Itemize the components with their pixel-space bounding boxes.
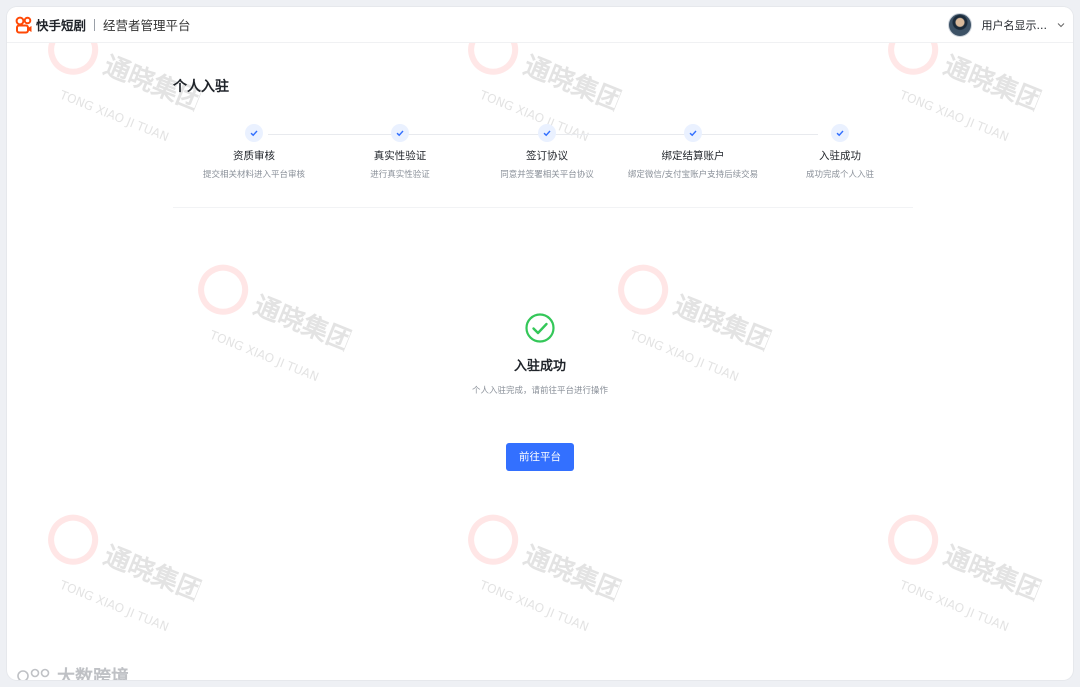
brand-name: 快手短剧 — [36, 18, 87, 33]
step-title: 绑定结算账户 — [661, 150, 725, 162]
step-done-marker — [684, 124, 702, 142]
corner-watermark: 大数跨境 — [17, 663, 129, 680]
check-icon — [543, 130, 551, 137]
step-qualification-review: 资质审核 提交相关材料进入平台审核 — [169, 118, 339, 180]
step-done-marker — [538, 124, 556, 142]
watermark-logo-icon: 通晓集团 TONG XIAO JI TUAN — [48, 514, 207, 634]
app-window: 通晓集团 TONG XIAO JI TUAN 通晓集团 TONG XIAO JI… — [7, 7, 1073, 680]
step-authenticity-verification: 真实性验证 进行真实性验证 — [315, 118, 485, 180]
watermark-logo-icon: 通晓集团 TONG XIAO JI TUAN — [888, 514, 1047, 634]
step-title: 入驻成功 — [819, 150, 861, 162]
step-title: 真实性验证 — [373, 150, 427, 162]
watermark-brand-en: TONG XIAO JI TUAN — [897, 577, 1011, 634]
check-icon — [396, 130, 404, 137]
step-title: 资质审核 — [233, 150, 275, 162]
step-done-marker — [391, 124, 409, 142]
brand-divider — [94, 18, 96, 31]
progress-steps: 资质审核 提交相关材料进入平台审核 真实性验证 进行真实性验证 签订协议 同意并… — [173, 118, 913, 208]
result-panel: 入驻成功 个人入驻完成，请前往平台进行操作 前往平台 — [7, 312, 1073, 471]
user-menu[interactable]: 用户名显示... — [947, 13, 1066, 37]
watermark-brand-cn: 通晓集团 — [519, 540, 627, 608]
chevron-down-icon[interactable] — [1057, 21, 1065, 29]
step-desc: 成功完成个人入驻 — [805, 170, 874, 180]
result-title: 入驻成功 — [513, 359, 566, 374]
top-bar: 快手短剧 经营者管理平台 用户名显示... — [7, 7, 1073, 43]
check-icon — [836, 130, 844, 137]
corner-logo-icon — [17, 668, 50, 680]
watermark-brand-en: TONG XIAO JI TUAN — [57, 87, 171, 144]
avatar[interactable] — [947, 13, 972, 37]
watermark-brand-en: TONG XIAO JI TUAN — [57, 577, 171, 634]
step-done-marker — [831, 124, 849, 142]
go-to-platform-button[interactable]: 前往平台 — [506, 443, 574, 471]
platform-name: 经营者管理平台 — [103, 18, 191, 33]
watermark-brand-cn: 通晓集团 — [99, 540, 207, 608]
step-bind-settlement-account: 绑定结算账户 绑定微信/支付宝账户支持后续交易 — [608, 118, 778, 180]
step-desc: 同意并签署相关平台协议 — [500, 170, 594, 180]
kuaishou-logo-icon — [15, 16, 32, 33]
step-desc: 进行真实性验证 — [370, 170, 430, 180]
step-onboarding-success: 入驻成功 成功完成个人入驻 — [755, 118, 925, 180]
page-title: 个人入驻 — [173, 79, 229, 95]
watermark-brand-cn: 通晓集团 — [519, 50, 627, 118]
check-icon — [689, 130, 697, 137]
brand[interactable]: 快手短剧 经营者管理平台 — [15, 15, 191, 34]
user-name[interactable]: 用户名显示... — [982, 17, 1048, 33]
step-desc: 提交相关材料进入平台审核 — [202, 170, 305, 180]
step-done-marker — [245, 124, 263, 142]
watermark-brand-cn: 通晓集团 — [939, 540, 1047, 608]
step-desc: 绑定微信/支付宝账户支持后续交易 — [627, 170, 759, 180]
result-desc: 个人入驻完成，请前往平台进行操作 — [471, 386, 608, 396]
success-check-circle-icon — [525, 313, 555, 343]
check-icon — [250, 130, 258, 137]
corner-mark-text: 大数跨境 — [57, 667, 129, 680]
step-title: 签订协议 — [526, 150, 568, 162]
watermark-logo-icon: 通晓集团 TONG XIAO JI TUAN — [468, 514, 627, 634]
step-sign-agreement: 签订协议 同意并签署相关平台协议 — [462, 118, 632, 180]
watermark-brand-en: TONG XIAO JI TUAN — [477, 577, 591, 634]
watermark-brand-cn: 通晓集团 — [939, 50, 1047, 118]
